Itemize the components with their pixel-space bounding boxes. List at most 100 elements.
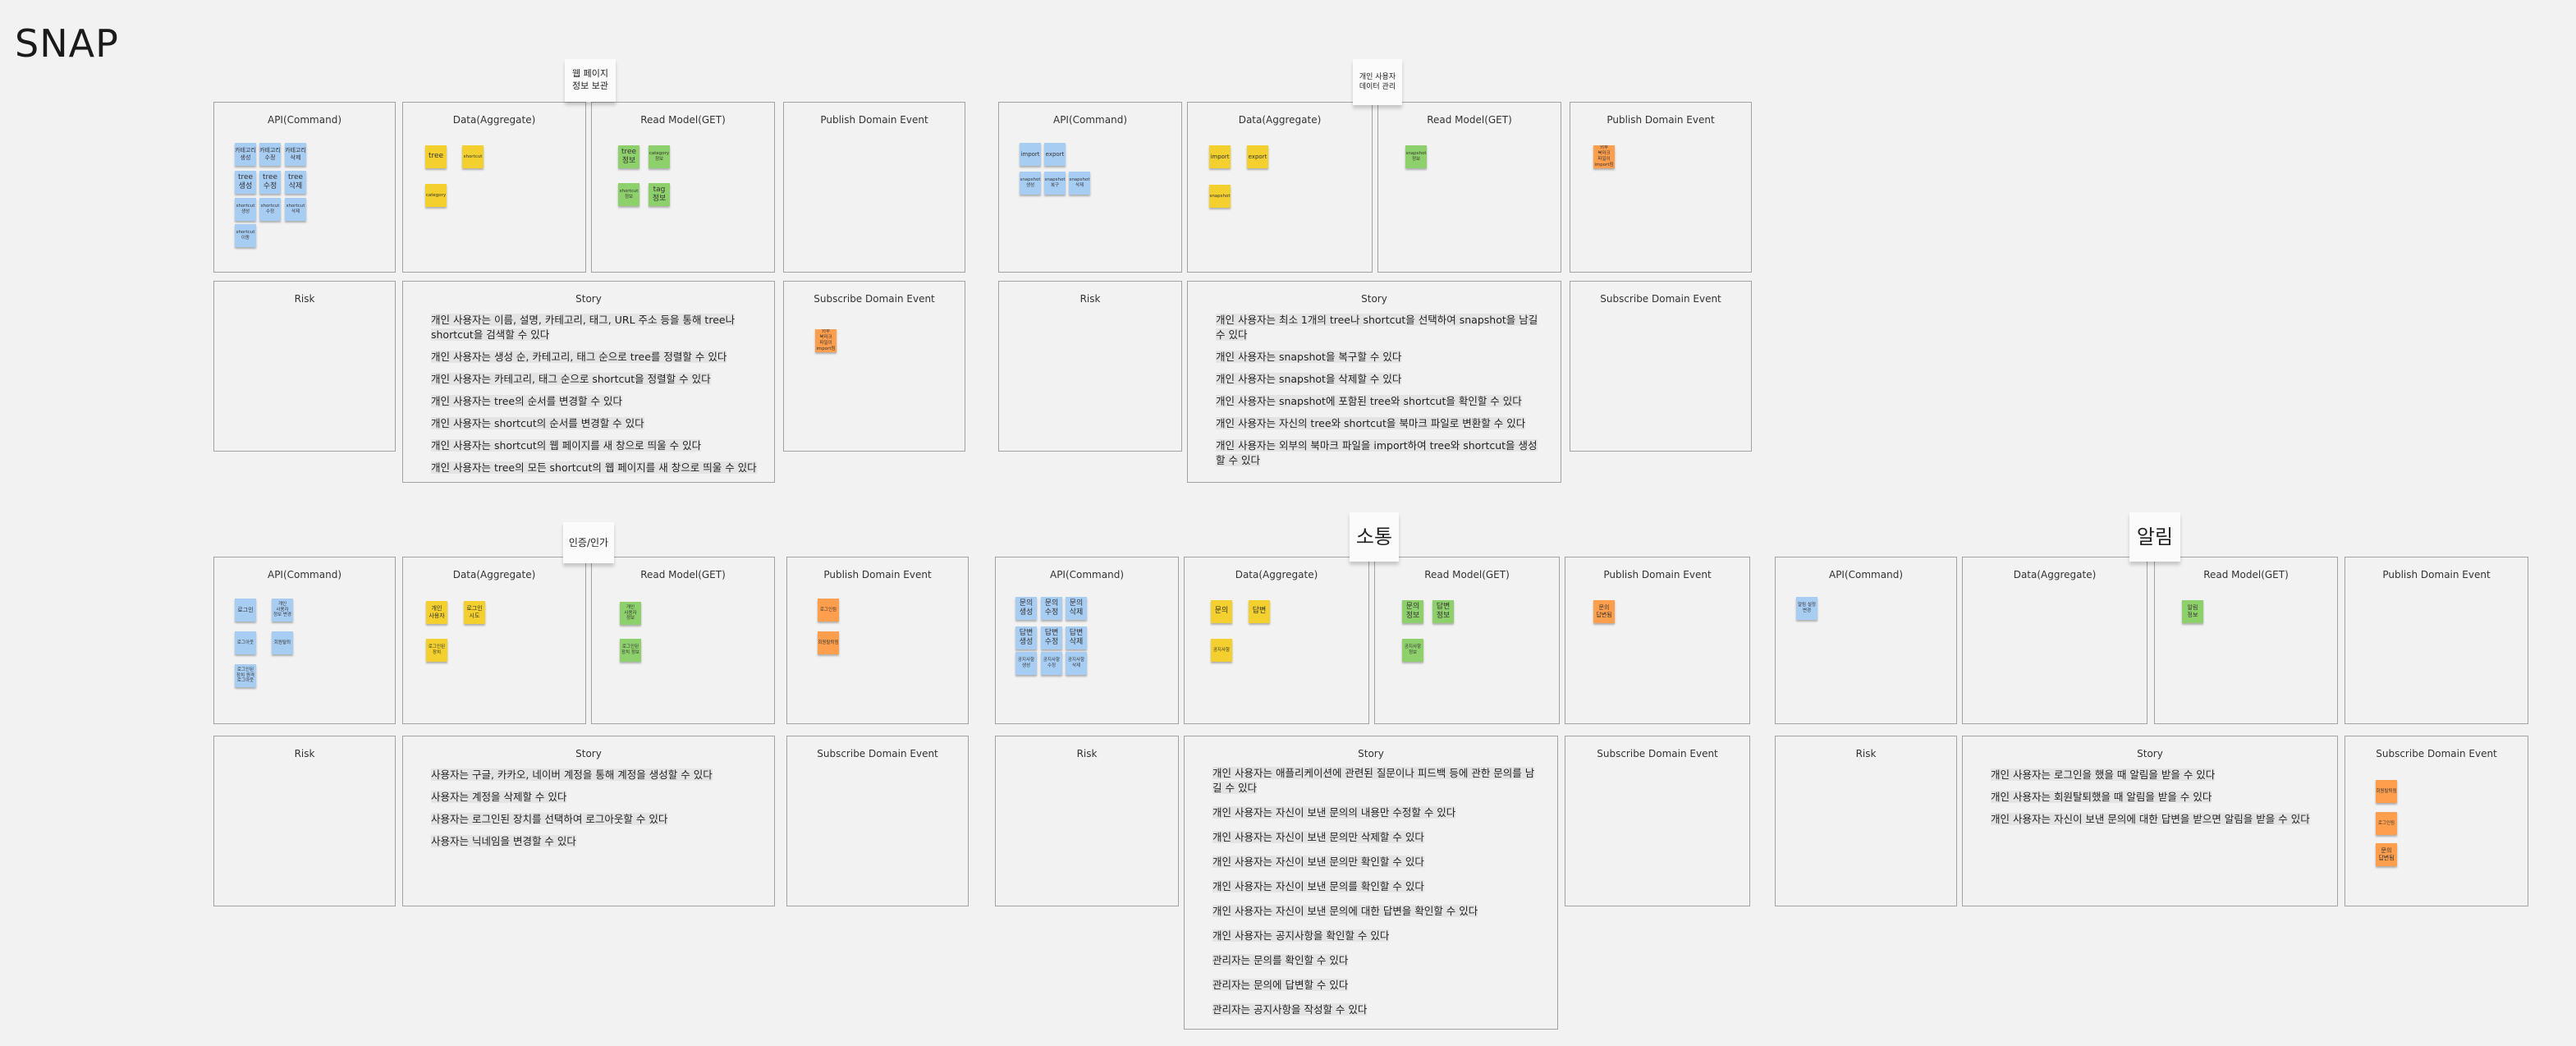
aggregate-sticky[interactable]: 개인 사용자 [426,601,447,624]
command-sticky[interactable]: 개인 사용자 정보 변경 [272,599,293,622]
event-sticky[interactable]: 회원탈퇴됨 [2376,780,2397,803]
panel-label: Story [1361,293,1387,305]
app-title: SNAP [15,21,119,66]
command-sticky[interactable]: 로그아웃 [235,631,256,654]
read-model-panel: Read Model(GET) tree 정보 category 정보 shor… [591,102,775,273]
command-sticky[interactable]: 카테고리 수정 [259,143,281,166]
read-model-sticky[interactable]: 문의 정보 [1402,600,1423,623]
aggregate-sticky[interactable]: 로그인된 장치 [426,639,447,662]
read-model-sticky[interactable]: 공지사항 정보 [1402,639,1423,662]
command-sticky[interactable]: 카테고리 생성 [235,143,256,166]
story-item: 관리자는 문의에 답변할 수 있다 [1212,979,1349,991]
panel-label: API(Command) [1052,114,1128,126]
aggregate-sticky[interactable]: category [425,184,447,207]
command-sticky[interactable]: tree 생성 [235,171,256,194]
story-item: 개인 사용자는 자신이 보낸 문의를 확인할 수 있다 [1212,880,1424,892]
command-sticky[interactable]: 로그인된 장치 원격 로그아웃 [235,664,256,687]
read-model-sticky[interactable]: category 정보 [649,145,670,168]
aggregate-sticky[interactable]: shortcut [462,145,484,168]
command-sticky[interactable]: shortcut 삭제 [285,198,306,221]
aggregate-sticky[interactable]: import [1209,145,1231,168]
story-item: 개인 사용자는 공지사항을 확인할 수 있다 [1212,929,1390,942]
risk-panel: Risk [213,281,396,452]
read-model-sticky[interactable]: 답변 정보 [1432,600,1454,623]
event-sticky[interactable]: 외부 북마크 파일이 import됨 [1593,145,1615,168]
story-item: 관리자는 문의를 확인할 수 있다 [1212,954,1349,966]
command-sticky[interactable]: 답변 생성 [1015,626,1037,649]
risk-panel: Risk [1775,736,1957,906]
aggregate-sticky[interactable]: 공지사항 [1211,639,1232,662]
command-sticky[interactable]: shortcut 수정 [259,198,281,221]
board-title-sticky[interactable]: 개인 사용자 데이터 관리 [1353,59,1402,105]
command-sticky[interactable]: 문의 삭제 [1066,597,1087,620]
read-model-sticky[interactable]: tag 정보 [649,183,670,206]
aggregate-sticky[interactable]: 로그인 시도 [464,601,485,624]
aggregate-sticky[interactable]: snapshot [1209,185,1231,208]
event-sticky[interactable]: 외부 북마크 파일이 import됨 [815,329,837,352]
command-sticky[interactable]: tree 수정 [259,171,281,194]
command-sticky[interactable]: export [1044,143,1066,166]
panel-label: Data(Aggregate) [1238,114,1322,126]
read-model-sticky[interactable]: tree 정보 [618,145,639,168]
command-sticky[interactable]: import [1020,143,1041,166]
read-model-sticky[interactable]: 로그인된 장치 정보 [620,639,641,662]
read-model-sticky[interactable]: 알림 정보 [2182,600,2203,623]
event-sticky[interactable]: 로그인됨 [818,599,839,622]
read-model-sticky[interactable]: snapshot 정보 [1405,145,1427,168]
panel-label: Publish Domain Event [1607,114,1715,126]
panel-label: Read Model(GET) [1424,569,1510,580]
event-sticky[interactable]: 로그인됨 [2376,812,2397,835]
story-panel: Story 사용자는 구글, 카카오, 네이버 계정을 통해 계정을 생성할 수… [402,736,775,906]
command-sticky[interactable]: shortcut 생성 [235,198,256,221]
story-list: 개인 사용자는 이름, 설명, 카테고리, 태그, URL 주소 등을 통해 t… [431,313,758,483]
board-title-sticky[interactable]: 소통 [1350,512,1399,562]
command-sticky[interactable]: 알림 설정 변경 [1796,597,1817,620]
story-list: 개인 사용자는 로그인을 했을 때 알림을 받을 수 있다 개인 사용자는 회원… [1991,768,2321,834]
command-sticky[interactable]: 문의 생성 [1015,597,1037,620]
read-model-sticky[interactable]: shortcut 정보 [618,183,639,206]
panel-label: Data(Aggregate) [1235,569,1318,580]
command-sticky[interactable]: 카테고리 삭제 [285,143,306,166]
command-sticky[interactable]: 공지사항 생성 [1015,652,1037,675]
panel-label: Story [575,293,602,305]
board-title-sticky[interactable]: 웹 페이지 정보 보관 [565,59,616,102]
command-sticky[interactable]: snapshot 삭제 [1069,172,1090,195]
panel-label: Read Model(GET) [1427,114,1512,126]
panel-label: Data(Aggregate) [2013,569,2097,580]
event-sticky[interactable]: 회원탈퇴됨 [818,631,839,654]
board-title-sticky[interactable]: 인증/인가 [563,522,614,563]
event-sticky[interactable]: 문의 답변됨 [1593,600,1615,623]
board-title-sticky[interactable]: 알림 [2129,512,2180,562]
publish-event-panel: Publish Domain Event 문의 답변됨 [1565,557,1750,724]
command-sticky[interactable]: 공지사항 수정 [1041,652,1062,675]
story-item: 개인 사용자는 회원탈퇴했을 때 알림을 받을 수 있다 [1991,791,2212,803]
command-sticky[interactable]: snapshot 생성 [1020,172,1041,195]
panel-label: Story [575,748,602,759]
command-sticky[interactable]: shortcut 이동 [235,224,256,247]
command-sticky[interactable]: 문의 수정 [1041,597,1062,620]
api-command-panel: API(Command) 알림 설정 변경 [1775,557,1957,724]
publish-event-panel: Publish Domain Event 외부 북마크 파일이 import됨 [1570,102,1752,273]
story-panel: Story 개인 사용자는 이름, 설명, 카테고리, 태그, URL 주소 등… [402,281,775,483]
command-sticky[interactable]: 회원탈퇴 [272,631,293,654]
story-item: 개인 사용자는 자신이 보낸 문의에 대한 답변을 받으면 알림을 받을 수 있… [1991,813,2310,825]
aggregate-sticky[interactable]: export [1247,145,1268,168]
risk-panel: Risk [998,281,1182,452]
aggregate-sticky[interactable]: 답변 [1249,600,1270,623]
command-sticky[interactable]: 답변 삭제 [1066,626,1087,649]
subscribe-event-panel: Subscribe Domain Event [1565,736,1750,906]
panel-label: Risk [294,293,315,305]
aggregate-sticky[interactable]: 문의 [1211,600,1232,623]
read-model-sticky[interactable]: 개인 사용자 정보 [620,602,641,625]
command-sticky[interactable]: snapshot 복구 [1044,172,1066,195]
aggregate-sticky[interactable]: tree [425,145,447,168]
data-aggregate-panel: Data(Aggregate) [1962,557,2147,724]
data-aggregate-panel: Data(Aggregate) 문의 답변 공지사항 [1184,557,1369,724]
command-sticky[interactable]: 로그인 [235,599,256,622]
story-item: 개인 사용자는 shortcut의 웹 페이지를 새 창으로 띄울 수 있다 [431,439,702,452]
command-sticky[interactable]: 답변 수정 [1041,626,1062,649]
story-item: 개인 사용자는 shortcut의 순서를 변경할 수 있다 [431,417,644,429]
command-sticky[interactable]: 공지사항 삭제 [1066,652,1087,675]
event-sticky[interactable]: 문의 답변됨 [2376,843,2397,866]
command-sticky[interactable]: tree 삭제 [285,171,306,194]
